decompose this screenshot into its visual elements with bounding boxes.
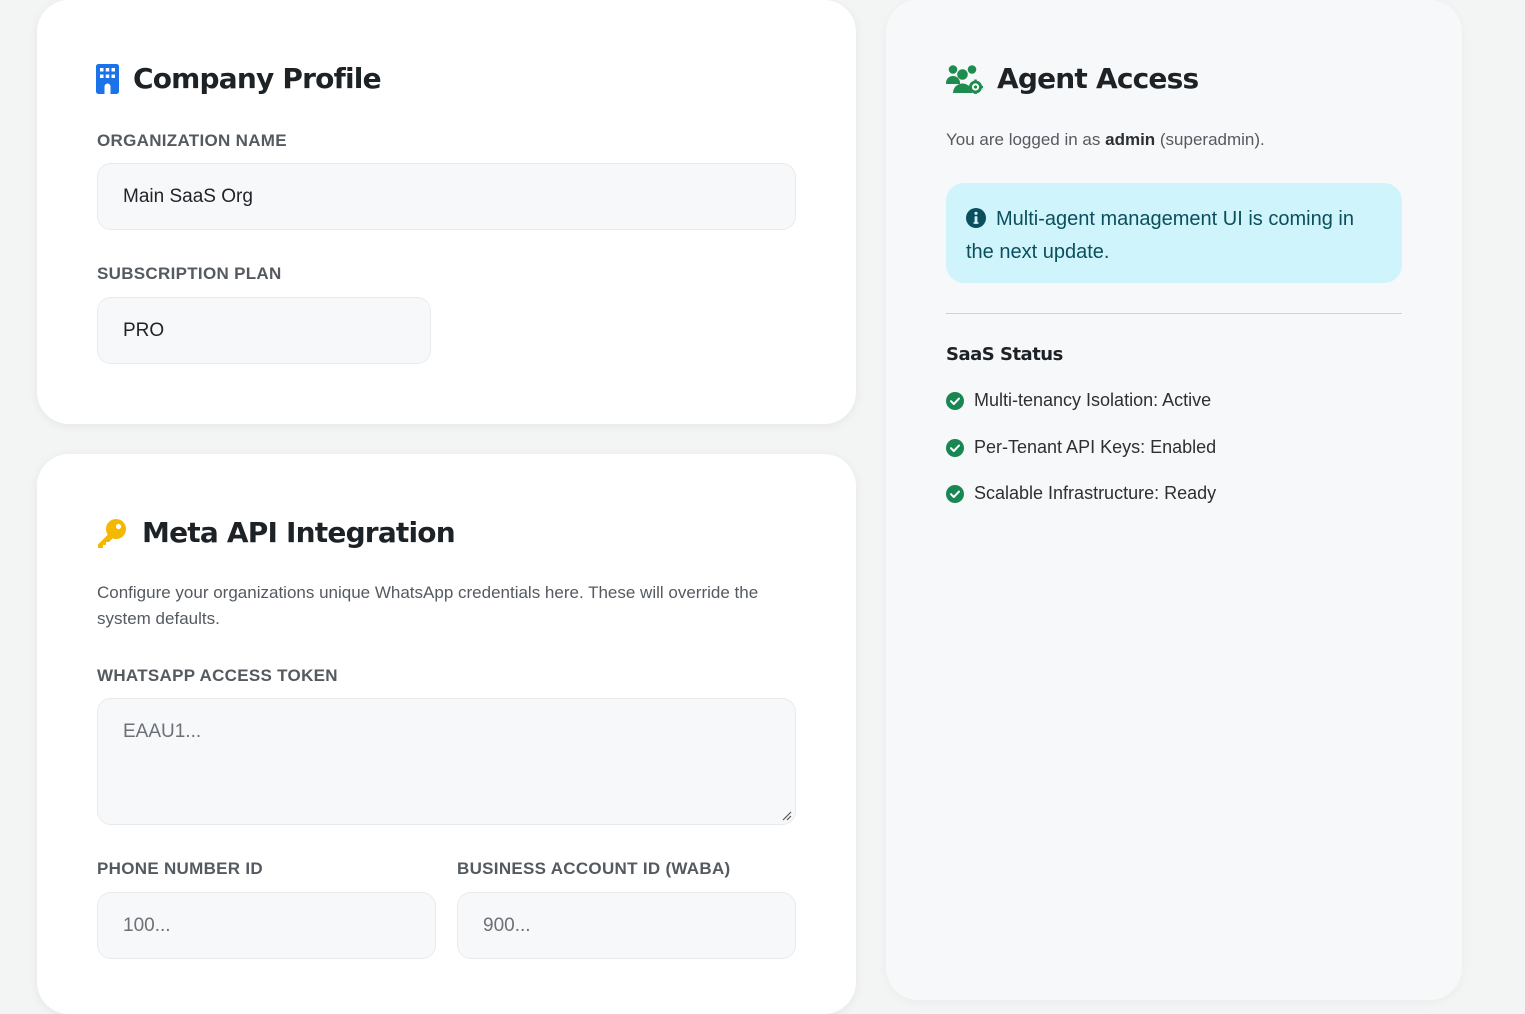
logged-in-role: (superadmin). bbox=[1155, 130, 1265, 149]
logged-in-text: You are logged in as admin (superadmin). bbox=[946, 127, 1265, 153]
info-alert: Multi-agent management UI is coming in t… bbox=[946, 183, 1402, 283]
check-circle-icon bbox=[946, 391, 964, 410]
status-item-label: Multi-tenancy Isolation: Active bbox=[974, 390, 1212, 410]
meta-api-title-text: Meta API Integration bbox=[142, 516, 456, 549]
subscription-plan-field[interactable]: PRO bbox=[97, 297, 431, 364]
access-token-label: WhatsApp Access Token bbox=[97, 666, 338, 685]
logged-in-username: admin bbox=[1105, 130, 1156, 149]
subscription-plan-value: PRO bbox=[123, 319, 165, 341]
phone-number-id-input[interactable]: 100... bbox=[97, 892, 436, 959]
status-item-isolation: Multi-tenancy Isolation: Active bbox=[946, 390, 1211, 411]
phone-number-id-label: Phone Number ID bbox=[97, 859, 264, 878]
company-profile-title: Company Profile bbox=[96, 62, 382, 95]
agent-access-card: Agent Access You are logged in as admin … bbox=[886, 0, 1462, 1000]
status-item-label: Scalable Infrastructure: Ready bbox=[974, 483, 1217, 503]
waba-id-input[interactable]: 900... bbox=[457, 892, 796, 959]
org-name-input[interactable]: Main SaaS Org bbox=[97, 163, 796, 230]
org-name-label: Organization Name bbox=[97, 131, 287, 150]
access-token-textarea[interactable]: EAAU1... bbox=[97, 698, 796, 825]
company-profile-title-text: Company Profile bbox=[133, 62, 382, 95]
waba-id-placeholder: 900... bbox=[483, 914, 531, 936]
logged-in-prefix: You are logged in as bbox=[946, 130, 1106, 149]
info-circle-icon bbox=[966, 207, 986, 237]
users-gear-icon bbox=[945, 64, 983, 94]
phone-number-id-placeholder: 100... bbox=[123, 914, 171, 936]
section-divider bbox=[946, 313, 1402, 314]
key-icon bbox=[96, 517, 128, 549]
check-circle-icon bbox=[946, 438, 964, 457]
subscription-plan-label: Subscription Plan bbox=[97, 264, 282, 283]
status-item-label: Per-Tenant API Keys: Enabled bbox=[974, 437, 1217, 457]
waba-id-label: Business Account ID (WABA) bbox=[457, 859, 731, 878]
agent-access-title: Agent Access bbox=[945, 62, 1199, 95]
meta-api-description: Configure your organizations unique What… bbox=[97, 583, 759, 628]
access-token-placeholder: EAAU1... bbox=[123, 721, 202, 742]
meta-api-card: Meta API Integration Configure your orga… bbox=[37, 454, 856, 1014]
meta-api-title: Meta API Integration bbox=[96, 516, 456, 549]
status-item-api-keys: Per-Tenant API Keys: Enabled bbox=[946, 437, 1216, 458]
info-alert-message: Multi-agent management UI is coming in t… bbox=[966, 208, 1354, 263]
check-circle-icon bbox=[946, 484, 964, 503]
status-item-infrastructure: Scalable Infrastructure: Ready bbox=[946, 483, 1216, 504]
resize-grip-icon[interactable] bbox=[782, 811, 792, 821]
building-icon bbox=[96, 63, 119, 94]
org-name-value: Main SaaS Org bbox=[123, 185, 253, 207]
saas-status-title: SaaS Status bbox=[946, 344, 1063, 365]
company-profile-card: Company Profile Organization Name Main S… bbox=[37, 0, 856, 424]
agent-access-title-text: Agent Access bbox=[997, 62, 1199, 95]
